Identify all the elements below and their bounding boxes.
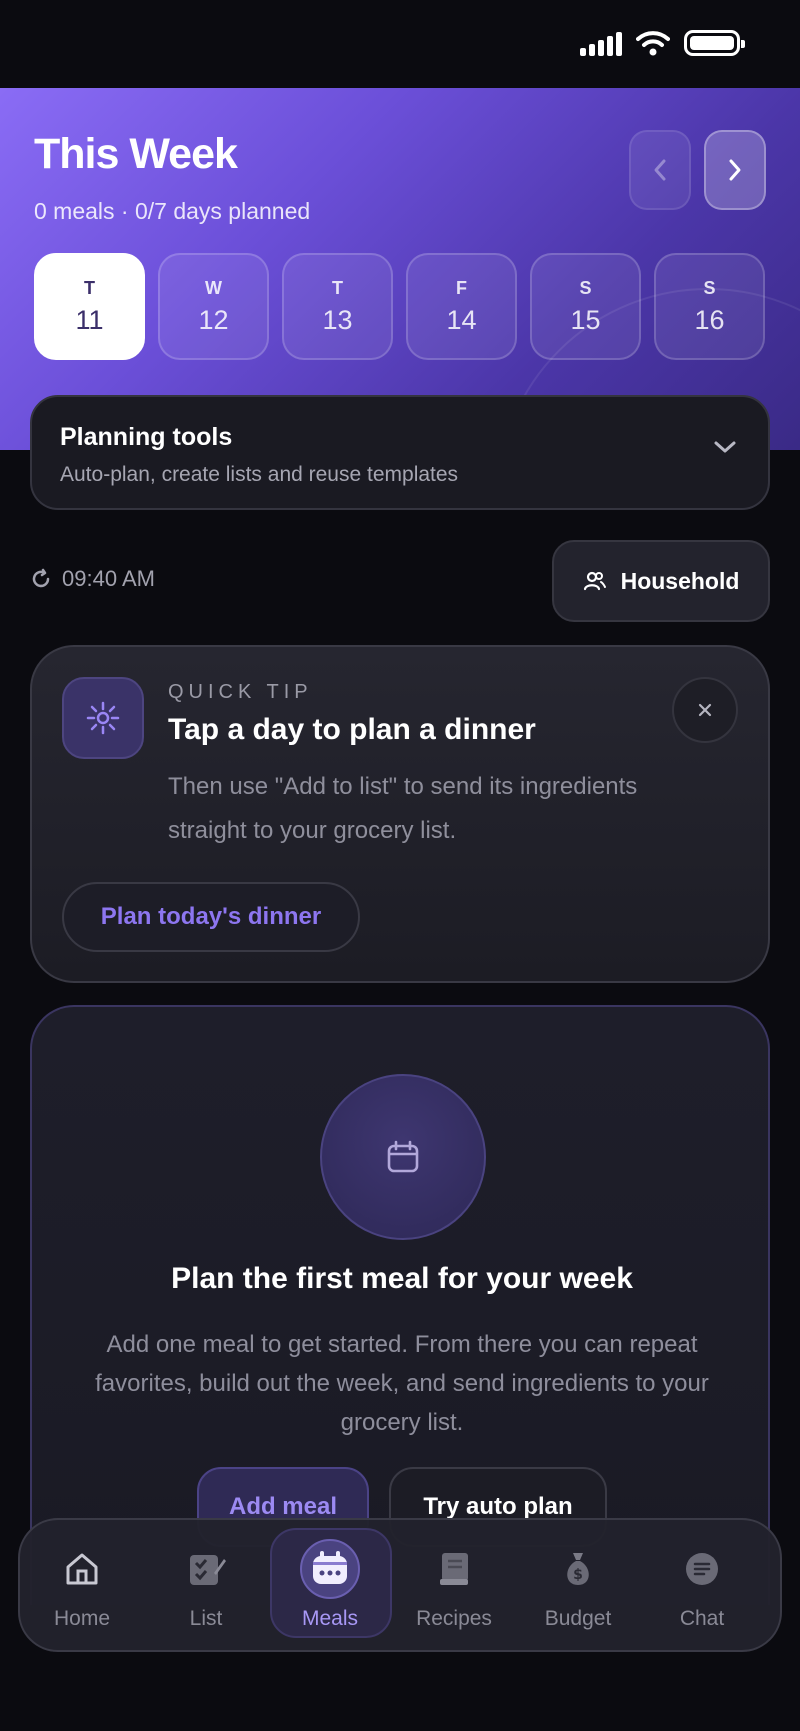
- home-icon: [52, 1539, 112, 1599]
- tab-meals[interactable]: Meals: [268, 1520, 392, 1650]
- page-title: This Week: [34, 130, 238, 178]
- tab-home[interactable]: Home: [20, 1520, 144, 1650]
- bottom-tab-bar: Home List Meals Recipes $ Budget Chat: [18, 1518, 782, 1652]
- week-summary: 0 meals · 0/7 days planned: [34, 198, 311, 224]
- quick-tip-card: QUICK TIP Tap a day to plan a dinner The…: [30, 645, 770, 983]
- household-button[interactable]: Household: [552, 540, 770, 622]
- tab-label: Recipes: [416, 1607, 492, 1630]
- day-button[interactable]: F 14: [406, 253, 517, 360]
- chevron-left-icon: [654, 159, 666, 181]
- day-button[interactable]: S 16: [654, 253, 765, 360]
- wifi-icon: [636, 31, 670, 56]
- signal-icon: [580, 30, 622, 56]
- money-bag-icon: $: [548, 1539, 608, 1599]
- list-icon: [176, 1539, 236, 1599]
- day-button[interactable]: T 11: [34, 253, 145, 360]
- tab-budget[interactable]: $ Budget: [516, 1520, 640, 1650]
- users-icon: [583, 571, 606, 591]
- chevron-down-icon: [714, 441, 736, 453]
- household-label: Household: [620, 567, 740, 594]
- tip-label: QUICK TIP: [168, 681, 313, 703]
- calendar-icon: [300, 1539, 360, 1599]
- tab-list[interactable]: List: [144, 1520, 268, 1650]
- tab-label: Home: [53, 1607, 111, 1630]
- sparkle-icon: [62, 677, 144, 759]
- empty-state-card: Plan the first meal for your week Add on…: [30, 1005, 770, 1605]
- plan-todays-dinner-button[interactable]: Plan today's dinner: [62, 882, 360, 952]
- tab-label: List: [189, 1607, 223, 1630]
- svg-text:$: $: [573, 1567, 583, 1583]
- tab-label: Budget: [544, 1607, 612, 1630]
- book-icon: [424, 1539, 484, 1599]
- tab-chat[interactable]: Chat: [640, 1520, 764, 1650]
- tab-label: Chat: [679, 1607, 725, 1630]
- chevron-right-icon: [729, 159, 741, 181]
- tab-label: Meals: [301, 1607, 359, 1630]
- chat-icon: [672, 1539, 732, 1599]
- sync-status: 09:40 AM: [30, 566, 155, 592]
- refresh-icon: [32, 568, 50, 588]
- battery-icon: [684, 30, 745, 56]
- day-button[interactable]: T 13: [282, 253, 393, 360]
- empty-state-title: Plan the first meal for your week: [171, 1262, 633, 1295]
- calendar-icon: [320, 1074, 486, 1240]
- close-icon: [698, 703, 712, 717]
- tip-text: Then use "Add to list" to send its ingre…: [168, 773, 638, 844]
- previous-week-button[interactable]: [629, 130, 691, 210]
- planning-tools-toggle[interactable]: Planning tools Auto-plan, create lists a…: [30, 395, 770, 510]
- tab-recipes[interactable]: Recipes: [392, 1520, 516, 1650]
- status-bar: [0, 0, 800, 88]
- day-button[interactable]: W 12: [158, 253, 269, 360]
- next-week-button[interactable]: [704, 130, 766, 210]
- sync-time: 09:40 AM: [62, 566, 155, 591]
- day-button[interactable]: S 15: [530, 253, 641, 360]
- tip-title: Tap a day to plan a dinner: [168, 713, 536, 746]
- dismiss-tip-button[interactable]: [672, 677, 738, 743]
- empty-state-text: Add one meal to get started. From there …: [95, 1331, 709, 1436]
- planning-tools-title: Planning tools: [60, 423, 233, 451]
- day-selector: T 11 W 12 T 13 F 14 S 15 S 16: [34, 253, 765, 360]
- planning-tools-subtitle: Auto-plan, create lists and reuse templa…: [60, 463, 459, 486]
